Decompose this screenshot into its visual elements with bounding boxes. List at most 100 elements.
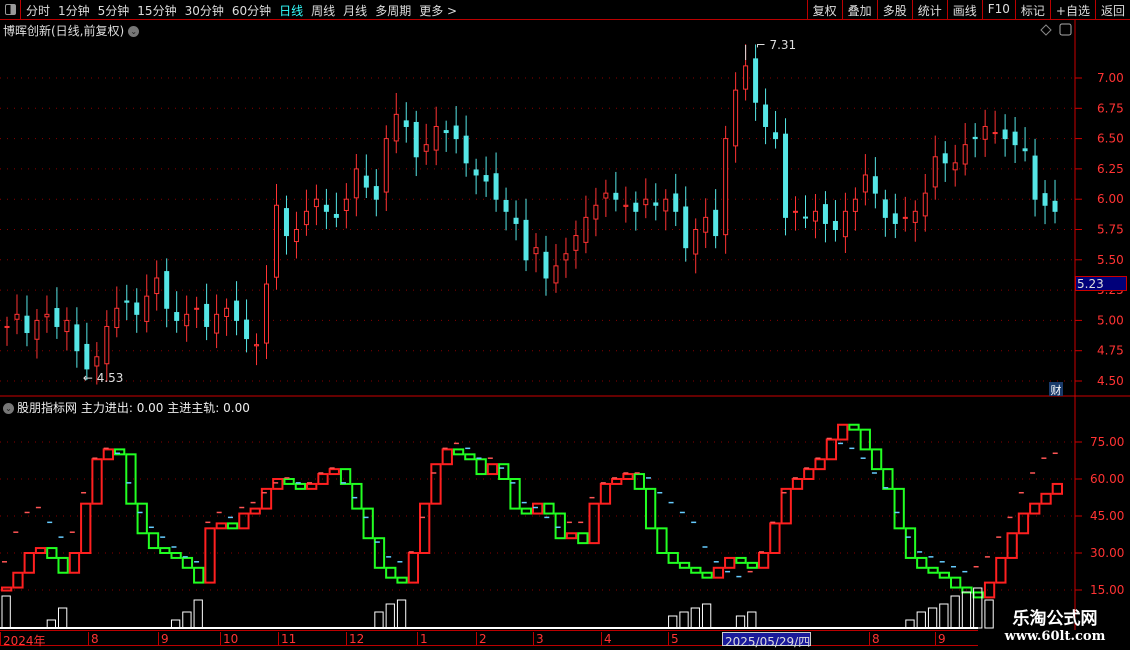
watermark-line2: www.60lt.com bbox=[1004, 629, 1106, 644]
indicator-main-bar bbox=[215, 522, 227, 530]
indicator-main-bar bbox=[238, 512, 250, 530]
signal-bar bbox=[385, 603, 395, 629]
candle-body bbox=[473, 169, 479, 176]
indicator-main-bar bbox=[181, 556, 194, 569]
signal-bar bbox=[668, 615, 678, 629]
indicator-main-bar bbox=[57, 556, 69, 574]
candle-body bbox=[413, 121, 419, 158]
candle-body bbox=[1012, 131, 1018, 146]
candle-body bbox=[882, 199, 888, 218]
indicator-main-bar bbox=[882, 468, 894, 490]
candle-body bbox=[363, 175, 369, 188]
candle-body bbox=[753, 58, 759, 103]
signal-bar bbox=[690, 607, 700, 629]
indicator-main-bar bbox=[12, 571, 24, 589]
candle-body bbox=[773, 132, 779, 140]
signal-bar bbox=[193, 599, 203, 629]
candle-body bbox=[184, 313, 190, 327]
candle-body bbox=[623, 204, 629, 207]
indicator-main-bar bbox=[125, 453, 137, 505]
indicator-main-bar bbox=[814, 458, 826, 471]
indicator-tick-label: 15.00 bbox=[1090, 583, 1124, 597]
candle-body bbox=[962, 144, 968, 165]
finance-badge[interactable]: 财 bbox=[1049, 382, 1063, 397]
candle-body bbox=[553, 265, 559, 284]
indicator-main-bar bbox=[599, 482, 612, 505]
candle-body bbox=[513, 217, 519, 224]
indicator-main-bar bbox=[23, 552, 35, 574]
candle-body bbox=[912, 210, 918, 223]
candle-body bbox=[543, 251, 549, 279]
candle-body bbox=[323, 204, 329, 212]
date-tick: 2024年 bbox=[0, 632, 46, 648]
indicator-main-bar bbox=[611, 478, 623, 485]
indicator-main-bar bbox=[249, 507, 261, 515]
candle-body bbox=[64, 319, 70, 333]
date-tick: 9 bbox=[935, 632, 946, 646]
indicator-tick-label: 45.00 bbox=[1090, 509, 1124, 523]
candle-body bbox=[822, 204, 828, 224]
candle-body bbox=[114, 307, 120, 329]
chart-canvas[interactable]: 7.006.756.506.256.005.755.505.255.004.75… bbox=[0, 0, 1130, 650]
candle-body bbox=[583, 216, 589, 243]
candle-body bbox=[164, 271, 170, 309]
candle-body bbox=[643, 198, 649, 206]
candle-body bbox=[523, 219, 529, 261]
signal-bar bbox=[939, 603, 949, 629]
indicator-main-bar bbox=[328, 468, 340, 476]
low-label: ← 4.53 bbox=[83, 371, 124, 385]
candle-body bbox=[842, 210, 848, 238]
candle-body bbox=[264, 283, 270, 344]
date-tick: 9 bbox=[158, 632, 169, 646]
indicator-main-bar bbox=[68, 552, 81, 574]
layout-toggle-icon bbox=[1059, 23, 1072, 36]
candle-body bbox=[303, 210, 309, 226]
high-label: ⌐ 7.31 bbox=[756, 38, 797, 52]
candle-body bbox=[214, 313, 220, 334]
candle-body bbox=[353, 168, 359, 199]
candle-body bbox=[972, 136, 978, 140]
indicator-main-bar bbox=[91, 458, 103, 505]
indicator-main-bar bbox=[80, 502, 92, 554]
candle-body bbox=[293, 229, 299, 243]
diamond-icon bbox=[1040, 24, 1052, 36]
candle-body bbox=[613, 192, 619, 200]
candle-body bbox=[273, 204, 279, 278]
signal-bar bbox=[170, 619, 181, 629]
signal-bar bbox=[961, 591, 972, 629]
indicator-main-bar bbox=[193, 566, 205, 584]
candle-body bbox=[1032, 155, 1038, 200]
indicator-main-bar bbox=[170, 552, 182, 559]
indicator-tick-label: 30.00 bbox=[1090, 546, 1124, 560]
candle-body bbox=[932, 156, 938, 188]
watermark: 乐淘公式网 www.60lt.com bbox=[980, 604, 1130, 650]
date-tick: 5 bbox=[668, 632, 679, 646]
watermark-line1: 乐淘公式网 bbox=[1012, 609, 1098, 629]
indicator-main-bar bbox=[204, 527, 216, 584]
indicator-main-bar bbox=[554, 512, 566, 540]
indicator-main-bar bbox=[1040, 492, 1052, 505]
indicator-main-bar bbox=[983, 581, 996, 599]
candle-body bbox=[283, 208, 289, 237]
candle-body bbox=[952, 162, 958, 171]
candle-body bbox=[104, 325, 110, 365]
candle-body bbox=[443, 130, 449, 134]
candle-body bbox=[852, 198, 858, 212]
indicator-main-bar bbox=[667, 552, 679, 564]
candle-body bbox=[832, 220, 838, 231]
price-tick-label: 5.00 bbox=[1097, 313, 1124, 327]
candle-body bbox=[463, 135, 469, 164]
indicator-main-bar bbox=[870, 448, 883, 471]
indicator-main-bar bbox=[633, 473, 645, 490]
candle-body bbox=[254, 344, 260, 347]
indicator-main-bar bbox=[147, 532, 160, 550]
candle-body bbox=[144, 295, 150, 322]
candle-body bbox=[493, 173, 499, 200]
signal-bar bbox=[905, 619, 915, 629]
signal-bar bbox=[57, 607, 68, 629]
indicator-main-bar bbox=[927, 566, 939, 574]
indicator-main-bar bbox=[735, 556, 747, 564]
candle-body bbox=[1042, 193, 1048, 206]
indicator-main-bar bbox=[588, 502, 600, 545]
indicator-main-bar bbox=[780, 487, 792, 525]
